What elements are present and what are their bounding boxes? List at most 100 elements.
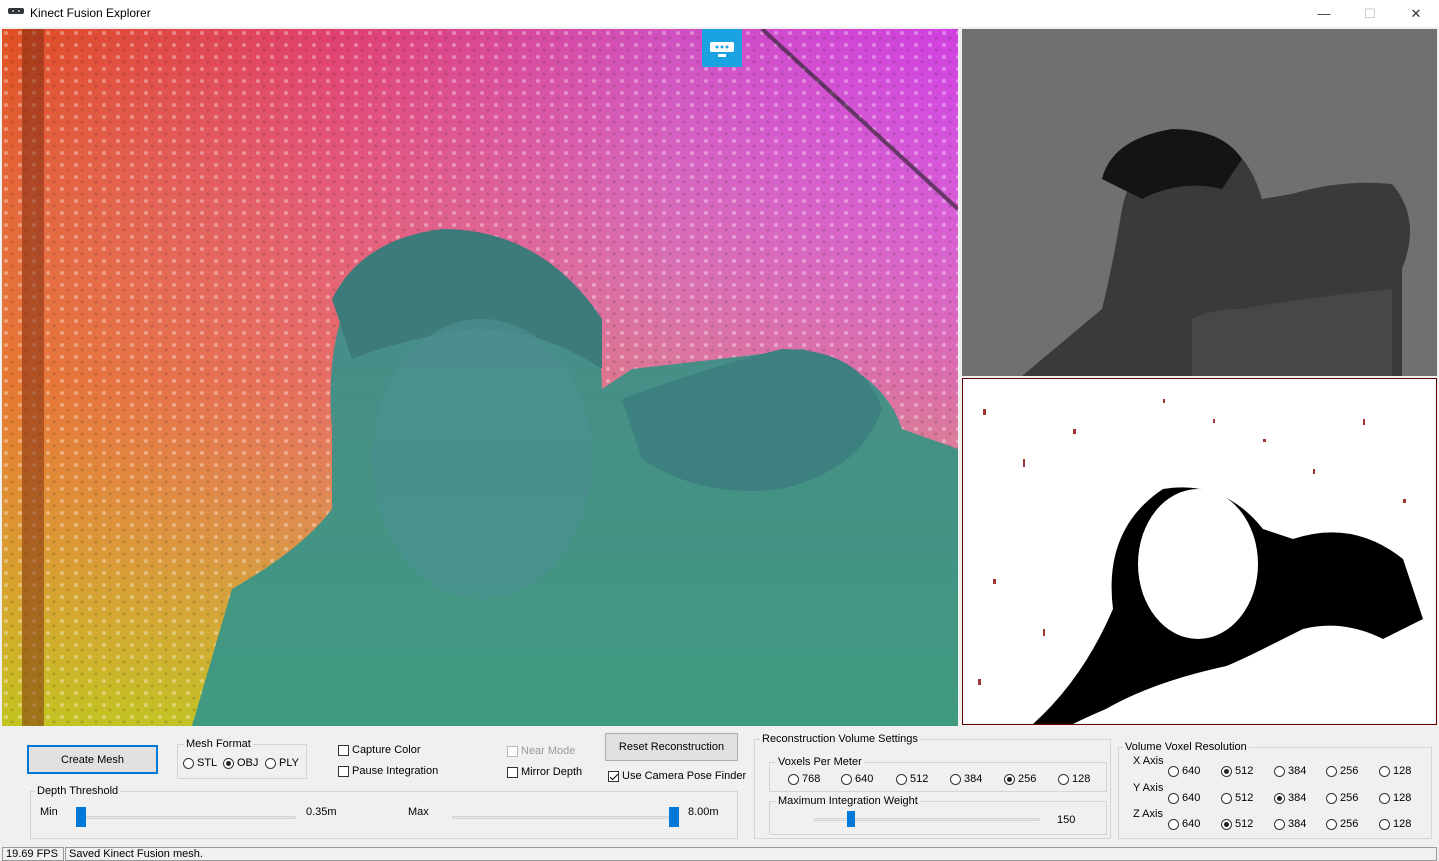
resolution-label: 640 (1182, 818, 1201, 830)
capture-color-label: Capture Color (352, 744, 421, 756)
axis-resolution-radio-640[interactable]: 640 (1168, 792, 1200, 804)
mesh-format-obj-radio[interactable]: OBJ (223, 757, 258, 769)
axis-resolution-radio-128[interactable]: 128 (1379, 792, 1411, 804)
radio-circle (1274, 792, 1285, 804)
mesh-format-ply-radio[interactable]: PLY (265, 757, 299, 769)
radio-circle (1274, 818, 1285, 830)
mirror-depth-checkbox[interactable]: Mirror Depth (507, 766, 582, 778)
voxel-resolution-title: Volume Voxel Resolution (1123, 741, 1249, 753)
near-mode-label: Near Mode (521, 745, 576, 757)
status-message: Saved Kinect Fusion mesh. (65, 847, 1437, 861)
kinect-sensor-icon[interactable] (702, 29, 742, 67)
radio-circle (1004, 773, 1015, 785)
radio-circle (183, 757, 194, 769)
close-button[interactable]: ✕ (1393, 0, 1439, 27)
axis-resolution-radio-256[interactable]: 256 (1326, 818, 1358, 830)
kinect-app-icon (8, 8, 24, 14)
resolution-label: 128 (1393, 792, 1412, 804)
radio-circle (1379, 765, 1390, 777)
use-camera-pose-finder-checkbox[interactable]: Use Camera Pose Finder (608, 770, 746, 782)
axis-resolution-radio-384[interactable]: 384 (1274, 792, 1306, 804)
axis-label: Z Axis (1133, 808, 1163, 820)
use-camera-pose-finder-label: Use Camera Pose Finder (622, 770, 747, 782)
mesh-format-ply-label: PLY (279, 757, 299, 769)
radio-circle (841, 773, 852, 785)
radio-circle (1274, 765, 1285, 777)
radio-circle (1379, 792, 1390, 804)
axis-resolution-radio-128[interactable]: 128 (1379, 765, 1411, 777)
resolution-label: 128 (1393, 765, 1412, 777)
reconstruction-settings-title: Reconstruction Volume Settings (760, 733, 920, 745)
axis-resolution-radio-512[interactable]: 512 (1221, 765, 1253, 777)
near-mode-checkbox[interactable]: Near Mode (507, 745, 575, 757)
integration-weight-slider[interactable] (846, 811, 855, 827)
depth-min-value: 0.35m (306, 806, 337, 818)
reset-reconstruction-button[interactable]: Reset Reconstruction (605, 733, 738, 761)
minimize-button[interactable]: — (1301, 0, 1347, 27)
depth-max-value: 8.00m (688, 806, 719, 818)
depth-min-slider[interactable] (76, 807, 86, 827)
axis-resolution-radio-640[interactable]: 640 (1168, 818, 1200, 830)
resolution-label: 512 (1235, 818, 1254, 830)
mesh-format-stl-radio[interactable]: STL (183, 757, 217, 769)
voxels-per-meter-radio-384[interactable]: 384 (950, 773, 982, 785)
axis-resolution-radio-384[interactable]: 384 (1274, 765, 1306, 777)
axis-resolution-radio-256[interactable]: 256 (1326, 765, 1358, 777)
radio-circle (265, 757, 276, 769)
radio-circle (1168, 765, 1179, 777)
checkbox-box (507, 766, 518, 778)
axis-label: X Axis (1133, 755, 1164, 767)
axis-label: Y Axis (1133, 782, 1164, 794)
resolution-label: 512 (1235, 765, 1254, 777)
axis-resolution-radio-256[interactable]: 256 (1326, 792, 1358, 804)
mesh-format-stl-label: STL (197, 757, 218, 769)
voxels-per-meter-title: Voxels Per Meter (776, 756, 864, 768)
radio-circle (1221, 818, 1232, 830)
radio-circle (1221, 765, 1232, 777)
reconstruction-render (2, 29, 958, 726)
voxels-per-meter-radio-256[interactable]: 256 (1004, 773, 1036, 785)
resolution-label: 256 (1340, 792, 1359, 804)
axis-resolution-radio-384[interactable]: 384 (1274, 818, 1306, 830)
depth-image-view (962, 29, 1437, 376)
axis-resolution-radio-512[interactable]: 512 (1221, 818, 1253, 830)
checkbox-box (507, 745, 518, 757)
create-mesh-button[interactable]: Create Mesh (27, 745, 158, 774)
integration-weight-title: Maximum Integration Weight (776, 795, 920, 807)
resolution-label: 640 (1182, 792, 1201, 804)
voxels-per-meter-radio-512[interactable]: 512 (896, 773, 928, 785)
depth-threshold-title: Depth Threshold (35, 785, 121, 797)
residual-image-view (962, 378, 1437, 725)
radio-circle (1168, 792, 1179, 804)
checkbox-box (338, 765, 349, 777)
resolution-label: 256 (1340, 765, 1359, 777)
mesh-format-title: Mesh Format (184, 738, 253, 750)
resolution-label: 128 (1393, 818, 1412, 830)
mirror-depth-label: Mirror Depth (521, 766, 583, 778)
depth-threshold-group (30, 791, 738, 839)
radio-circle (1326, 765, 1337, 777)
resolution-label: 640 (1182, 765, 1201, 777)
maximize-button[interactable]: ☐ (1347, 0, 1393, 27)
checkbox-box (608, 770, 619, 782)
voxels-per-meter-radio-640[interactable]: 640 (841, 773, 873, 785)
radio-circle (950, 773, 961, 785)
voxels-per-meter-radio-768[interactable]: 768 (788, 773, 820, 785)
pause-integration-checkbox[interactable]: Pause Integration (338, 765, 438, 777)
title-bar (0, 0, 1439, 27)
capture-color-checkbox[interactable]: Capture Color (338, 744, 420, 756)
depth-max-track (452, 816, 678, 819)
radio-circle (223, 757, 234, 769)
pause-integration-label: Pause Integration (352, 765, 439, 777)
voxels-per-meter-radio-128[interactable]: 128 (1058, 773, 1090, 785)
resolution-label: 384 (1288, 765, 1307, 777)
depth-max-slider[interactable] (669, 807, 679, 827)
checkbox-box (338, 744, 349, 756)
resolution-label: 384 (1288, 818, 1307, 830)
voxels-per-meter-label: 640 (855, 773, 874, 785)
axis-resolution-radio-512[interactable]: 512 (1221, 792, 1253, 804)
axis-resolution-radio-640[interactable]: 640 (1168, 765, 1200, 777)
resolution-label: 512 (1235, 792, 1254, 804)
reconstruction-view[interactable] (2, 29, 958, 726)
axis-resolution-radio-128[interactable]: 128 (1379, 818, 1411, 830)
